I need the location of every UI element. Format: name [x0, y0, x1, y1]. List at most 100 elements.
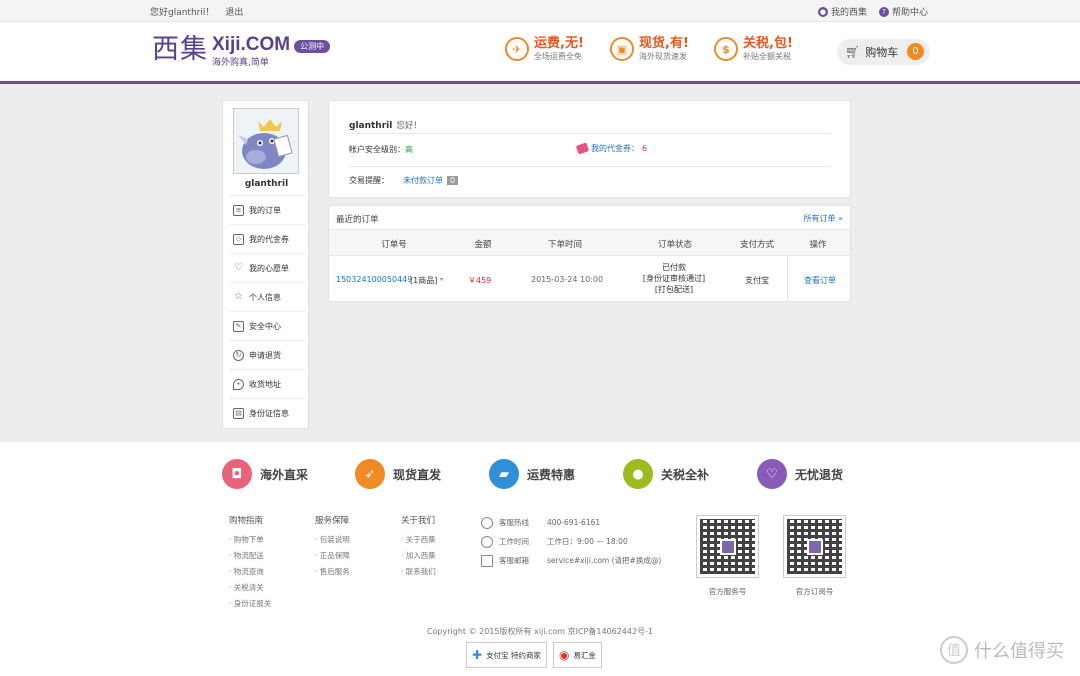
footer-link[interactable]: · 正品保障 — [315, 548, 350, 564]
yihuijin-badge[interactable]: ◉ 易汇金 — [552, 642, 602, 668]
sidebar-menu: ≡ 我的订单 ◇ 我的代金券 ♡ 我的心愿单 ☆ 个人信息 ✎ 安全中心 ↻ 申请退货 • 收… — [229, 195, 306, 427]
logo[interactable]: 西集 Xiji.COM 公测中 海外购真,简单 — [152, 34, 331, 68]
my-xiji-link[interactable]: ● 我的西集 — [817, 5, 867, 18]
all-orders-link[interactable]: 所有订单 » — [804, 213, 843, 224]
contact-email: 客服邮箱 service#xiji.com (请把#换成@) — [481, 551, 661, 570]
col-status: 订单状态 — [657, 240, 693, 250]
footer-col-about: 关于我们 · 关于西集 · 加入西集 · 联系我们 — [401, 514, 436, 580]
cart-icon: 🛒︎ — [845, 45, 861, 59]
cart-button[interactable]: 🛒︎ 购物车 0 — [837, 39, 930, 65]
orders-title: 最近的订单 — [336, 215, 379, 225]
alipay-badge[interactable]: ✚ 支付宝 特约商家 — [466, 642, 547, 668]
unpaid-orders-link[interactable]: 未付款订单 — [403, 175, 443, 186]
site-header: 西集 Xiji.COM 公测中 海外购真,简单 ✈ 运费,无! 全场运费全免 ▣ … — [0, 22, 1080, 84]
puzzle-icon: ✚ — [472, 648, 483, 662]
refresh-icon: ↻ — [233, 349, 244, 361]
footer-link[interactable]: · 物流查询 — [229, 564, 271, 580]
order-icon: ≡ — [233, 204, 244, 216]
col-amount: 金额 — [474, 240, 492, 250]
footer-feature-shipping-deal: ▰ 运费特惠 — [489, 459, 575, 489]
rhino-avatar-icon — [234, 109, 298, 173]
logo-en: Xiji.COM — [212, 34, 291, 55]
footer-feature-tax-subsidy: ● 关税全补 — [623, 459, 709, 489]
logo-cn: 西集 — [152, 34, 208, 65]
col-action: 操作 — [809, 240, 827, 250]
top-bar: 您好glanthril！ 退出 ● 我的西集 ? 帮助中心 — [0, 0, 1080, 22]
contact-hours: 工作时间 工作日：9:00 — 18:00 — [481, 532, 661, 551]
qr-label-service: 官方服务号 — [708, 587, 747, 596]
user-icon: ● — [817, 6, 828, 17]
footer-link[interactable]: · 联系我们 — [401, 564, 436, 580]
box-icon: ▣ — [610, 37, 634, 61]
return-icon: ♡ — [757, 459, 787, 489]
clock-icon — [481, 535, 493, 548]
edit-icon: ✎ — [233, 320, 244, 332]
footer-feature-direct-purchase: ◘ 海外直采 — [222, 459, 308, 489]
voucher-link[interactable]: 我的代金券： 6 — [575, 142, 647, 155]
payment-method: 支付宝 — [745, 276, 769, 285]
help-link[interactable]: ? 帮助中心 — [878, 5, 928, 18]
star-icon: ☆ — [234, 290, 243, 302]
feature-free-shipping: ✈ 运费,无! 全场运费全免 — [505, 36, 584, 62]
col-payment: 支付方式 — [739, 240, 775, 250]
qr-code-subscription — [783, 515, 846, 578]
money-icon: $ — [714, 37, 738, 61]
footer-link[interactable]: · 身份证报关 — [229, 596, 271, 612]
phone-icon — [481, 516, 493, 529]
divider — [349, 133, 831, 134]
col-time: 下单时间 — [547, 240, 583, 250]
dropdown-arrow-icon[interactable]: ▾ — [440, 276, 443, 283]
slogan: 海外购真,简单 — [212, 58, 269, 68]
partner-badges: ✚ 支付宝 特约商家 ◉ 易汇金 — [466, 642, 602, 668]
mail-icon — [481, 554, 493, 567]
footer-link[interactable]: · 加入西集 — [401, 548, 436, 564]
sidebar-item-address[interactable]: • 收货地址 — [229, 369, 306, 398]
tag-icon — [575, 142, 590, 155]
heart-icon: ♡ — [234, 261, 243, 273]
orders-table-header: 订单号 金额 下单时间 订单状态 支付方式 操作 — [329, 230, 850, 256]
beta-badge: 公测中 — [294, 40, 331, 53]
plane-icon: ✈ — [505, 37, 529, 61]
unpaid-count-badge: 0 — [447, 176, 459, 185]
bag-icon: ◘ — [222, 459, 252, 489]
feature-tax-covered: $ 关税,包! 补贴全额关税 — [714, 36, 793, 62]
order-id-link[interactable]: 150324100050449 — [336, 275, 412, 284]
location-icon: • — [233, 378, 244, 390]
help-icon: ? — [878, 6, 889, 17]
copyright: Copyright © 2015版权所有 xiji.com 京ICP备14062… — [426, 627, 654, 636]
account-summary: glanthril 您好！ 帐户安全级别：高 我的代金券： 6 交易提醒： 未付款订… — [328, 100, 851, 198]
qr-label-subscription: 官方订阅号 — [795, 587, 834, 596]
order-items[interactable]: [1商品] — [410, 275, 437, 286]
watermark-logo-icon: 值 — [940, 636, 968, 664]
sidebar-item-wishlist[interactable]: ♡ 我的心愿单 — [229, 253, 306, 282]
footer-col-guide: 购物指南 · 购物下单 · 物流配送 · 物流查询 · 关税清关 · 身份证报关 — [229, 514, 271, 612]
col-order-id: 订单号 — [381, 240, 407, 250]
cart-count: 0 — [907, 43, 924, 60]
sidebar-item-orders[interactable]: ≡ 我的订单 — [229, 195, 306, 224]
logout-link[interactable]: 退出 — [225, 8, 243, 18]
contact-hotline: 客服热线 400-691-6161 — [481, 513, 661, 532]
footer-link[interactable]: · 售后服务 — [315, 564, 350, 580]
sidebar-item-returns[interactable]: ↻ 申请退货 — [229, 340, 306, 369]
sidebar-username: glanthril — [244, 179, 289, 189]
view-order-link[interactable]: 查看订单 — [787, 256, 852, 302]
qr-code-service — [696, 515, 759, 578]
footer-col-service: 服务保障 · 包装说明 · 正品保障 · 售后服务 — [315, 514, 350, 580]
id-icon: ▤ — [233, 407, 244, 419]
footer-feature-easy-return: ♡ 无忧退货 — [757, 459, 843, 489]
rocket-icon: ➶ — [355, 459, 385, 489]
feature-in-stock: ▣ 现货,有! 海外现货速发 — [610, 36, 689, 62]
footer-link[interactable]: · 包装说明 — [315, 532, 350, 548]
sidebar-item-id[interactable]: ▤ 身份证信息 — [229, 398, 306, 427]
footer-link[interactable]: · 购物下单 — [229, 532, 271, 548]
footer-link[interactable]: · 关于西集 — [401, 532, 436, 548]
sidebar-item-profile[interactable]: ☆ 个人信息 — [229, 282, 306, 311]
footer-link[interactable]: · 关税清关 — [229, 580, 271, 596]
footer-link[interactable]: · 物流配送 — [229, 548, 271, 564]
sidebar-item-security[interactable]: ✎ 安全中心 — [229, 311, 306, 340]
user-sidebar: glanthril ≡ 我的订单 ◇ 我的代金券 ♡ 我的心愿单 ☆ 个人信息 ✎ 安全中… — [222, 100, 309, 429]
order-status: 已付款 [身份证审核通过] [打包配送] — [642, 263, 706, 294]
avatar[interactable] — [233, 108, 299, 174]
sidebar-item-coupons[interactable]: ◇ 我的代金券 — [229, 224, 306, 253]
table-row: 150324100050449 [1商品] ▾ ￥459 2015-03-24 … — [329, 256, 850, 302]
